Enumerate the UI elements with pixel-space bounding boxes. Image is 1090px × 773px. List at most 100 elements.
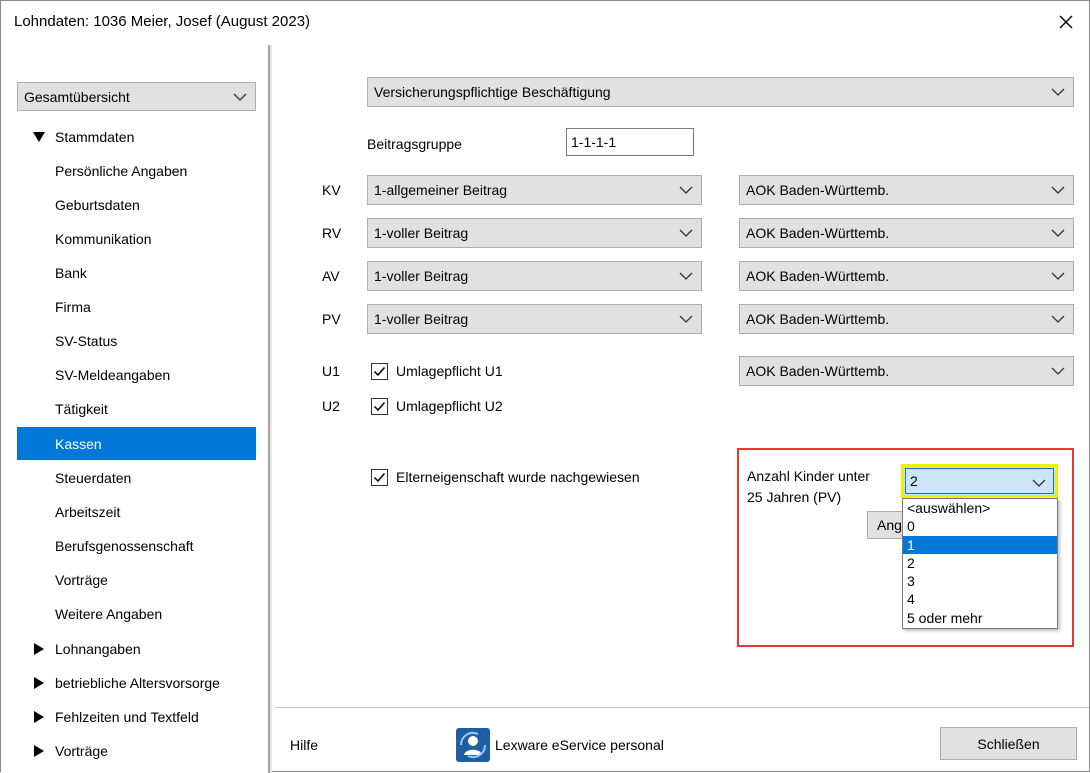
kinder-options-list: <auswählen> 0 1 2 3 4 5 oder mehr [902,498,1058,629]
chevron-down-icon [679,315,693,323]
option-3[interactable]: 3 [903,572,1057,590]
sidebar-item-firma[interactable]: Firma [17,290,256,323]
u2-label: U2 [322,398,340,414]
beitragsgruppe-value: 1-1-1-1 [571,134,617,150]
collapsed-triangle-icon [34,676,44,689]
u1-checkbox[interactable] [371,363,388,380]
chevron-down-icon [233,93,247,101]
elterneigenschaft-checkbox[interactable] [371,469,388,486]
angaben-button[interactable]: Ang [867,511,907,539]
collapsed-triangle-icon [34,642,44,655]
sidebar-item-kassen[interactable]: Kassen [17,427,256,460]
eservice-icon[interactable] [456,728,490,762]
u1-kasse-select[interactable]: AOK Baden-Württemb. [739,356,1074,386]
kinder-count-inner: 2 [905,468,1054,494]
dialog-window: Lohndaten: 1036 Meier, Josef (August 202… [0,0,1090,773]
sidebar-item-arbeitszeit[interactable]: Arbeitszeit [17,495,256,528]
sidebar-item-kommunikation[interactable]: Kommunikation [17,222,256,255]
kinder-label-line1: Anzahl Kinder unter [747,468,870,484]
u2-checkbox[interactable] [371,398,388,415]
sidebar-item-persoenliche-angaben[interactable]: Persönliche Angaben [17,154,256,187]
sidebar-item-sv-meldeangaben[interactable]: SV-Meldeangaben [17,358,256,391]
av-contribution-value: 1-voller Beitrag [374,268,469,284]
option-5-oder-mehr[interactable]: 5 oder mehr [903,609,1057,627]
navigation-pane: Gesamtübersicht Stammdaten Persönliche A… [1,45,268,773]
tree-label: betriebliche Altersvorsorge [55,674,220,691]
av-kasse-select[interactable]: AOK Baden-Württemb. [739,261,1074,291]
kinder-count-value: 2 [910,473,918,489]
chevron-down-icon [1051,186,1065,194]
close-button[interactable]: Schließen [940,727,1077,760]
tree-group-stammdaten[interactable]: Stammdaten [17,120,256,153]
kinder-count-select[interactable]: 2 [901,464,1058,498]
overview-select[interactable]: Gesamtübersicht [17,82,256,111]
tree-label: SV-Status [55,332,118,349]
employment-type-select[interactable]: Versicherungspflichtige Beschäftigung [367,77,1074,107]
eservice-link[interactable]: Lexware eService personal [495,737,664,753]
rv-kasse-select[interactable]: AOK Baden-Württemb. [739,218,1074,248]
title-bar: Lohndaten: 1036 Meier, Josef (August 202… [1,1,1089,45]
kv-kasse-value: AOK Baden-Württemb. [746,182,890,198]
av-kasse-value: AOK Baden-Württemb. [746,268,890,284]
employment-type-value: Versicherungspflichtige Beschäftigung [374,84,611,100]
help-link[interactable]: Hilfe [290,737,318,753]
beitragsgruppe-field[interactable]: 1-1-1-1 [566,128,694,156]
chevron-down-icon [679,272,693,280]
kv-kasse-select[interactable]: AOK Baden-Württemb. [739,175,1074,205]
pv-contribution-select[interactable]: 1-voller Beitrag [367,304,702,334]
rv-contribution-select[interactable]: 1-voller Beitrag [367,218,702,248]
option-auswaehlen[interactable]: <auswählen> [903,499,1057,517]
tree-label: Kommunikation [55,230,152,247]
option-1[interactable]: 1 [903,535,1057,554]
tree-group-vortraege[interactable]: Vorträge [17,734,256,767]
sidebar-item-steuerdaten[interactable]: Steuerdaten [17,461,256,494]
tree-label: Weitere Angaben [55,605,163,622]
tree-label: Steuerdaten [55,469,132,486]
expanded-triangle-icon [33,131,45,142]
pv-kasse-value: AOK Baden-Württemb. [746,311,890,327]
elterneigenschaft-label: Elterneigenschaft wurde nachgewiesen [396,469,640,485]
option-0[interactable]: 0 [903,517,1057,535]
sidebar-item-weitere-angaben[interactable]: Weitere Angaben [17,597,256,630]
chevron-down-icon [1032,479,1046,487]
footer-divider [275,707,1089,708]
checkmark-icon [373,367,386,377]
collapsed-triangle-icon [34,744,44,757]
tree-label: Stammdaten [55,128,135,145]
kv-contribution-value: 1-allgemeiner Beitrag [374,182,508,198]
chevron-down-icon [1051,229,1065,237]
pv-kasse-select[interactable]: AOK Baden-Württemb. [739,304,1074,334]
tree-label: Fehlzeiten und Textfeld [55,708,199,725]
collapsed-triangle-icon [34,710,44,723]
option-2[interactable]: 2 [903,554,1057,572]
chevron-down-icon [679,229,693,237]
tree-label: Lohnangaben [55,640,141,657]
kv-label: KV [322,182,341,198]
option-4[interactable]: 4 [903,590,1057,608]
tree-group-altersvorsorge[interactable]: betriebliche Altersvorsorge [17,666,256,699]
close-button-label: Schließen [977,735,1040,752]
sidebar-item-geburtsdaten[interactable]: Geburtsdaten [17,188,256,221]
tree-label: Geburtsdaten [55,196,140,213]
chevron-down-icon [1051,315,1065,323]
av-contribution-select[interactable]: 1-voller Beitrag [367,261,702,291]
pv-contribution-value: 1-voller Beitrag [374,311,469,327]
u1-checkbox-label: Umlagepflicht U1 [396,363,503,379]
tree-label: Firma [55,298,91,315]
tree-label: Tätigkeit [55,400,108,417]
av-label: AV [322,268,340,284]
sidebar-item-sv-status[interactable]: SV-Status [17,324,256,357]
sidebar-item-taetigkeit[interactable]: Tätigkeit [17,392,256,425]
sidebar-item-berufsgenossenschaft[interactable]: Berufsgenossenschaft [17,529,256,562]
pv-label: PV [322,311,341,327]
tree-label: SV-Meldeangaben [55,366,171,383]
kinder-label-line2: 25 Jahren (PV) [747,489,842,505]
checkmark-icon [373,473,386,483]
close-icon[interactable] [1051,7,1081,37]
sidebar-item-vortraege[interactable]: Vorträge [17,563,256,596]
kv-contribution-select[interactable]: 1-allgemeiner Beitrag [367,175,702,205]
sidebar-item-bank[interactable]: Bank [17,256,256,289]
tree-label: Berufsgenossenschaft [55,537,194,554]
tree-group-fehlzeiten[interactable]: Fehlzeiten und Textfeld [17,700,256,733]
tree-group-lohnangaben[interactable]: Lohnangaben [17,632,256,665]
